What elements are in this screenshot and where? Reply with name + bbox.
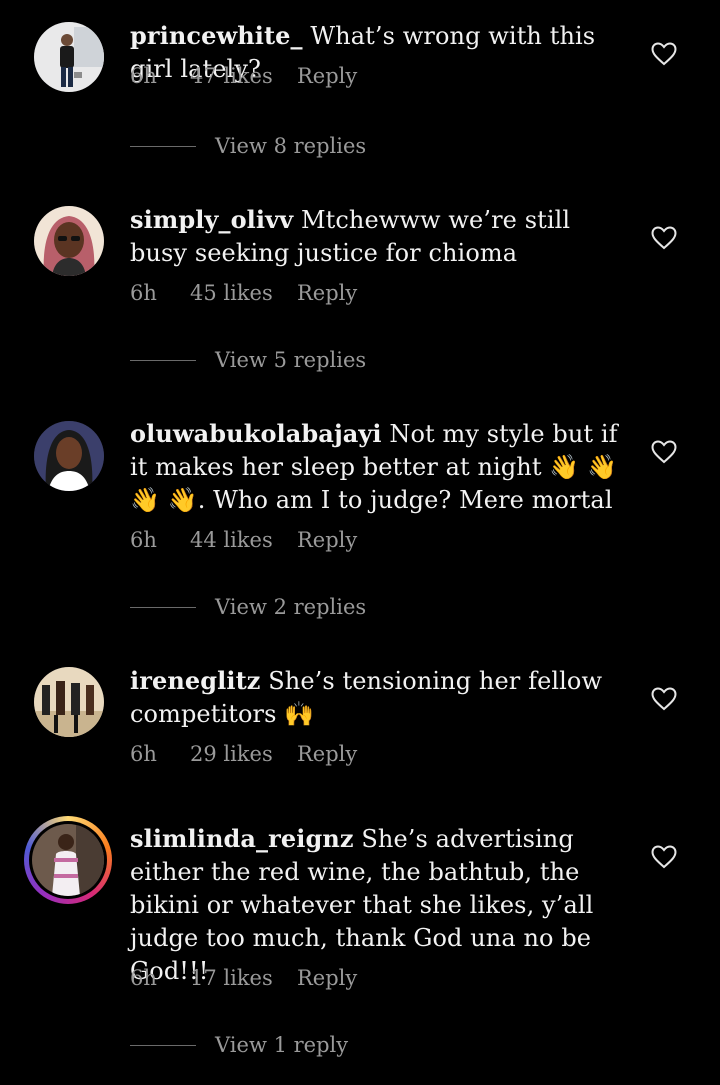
heart-outline-icon[interactable] — [651, 845, 677, 869]
reply-button[interactable]: Reply — [297, 966, 357, 990]
comment-meta: 6h 17 likes Reply — [130, 966, 357, 990]
view-replies-label: View 8 replies — [215, 134, 367, 158]
comment-likes[interactable]: 45 likes — [190, 281, 297, 305]
comment-text: ireneglitz She’s tensioning her fellow c… — [130, 664, 630, 731]
comment-username[interactable]: ireneglitz — [130, 666, 260, 695]
comment-meta: 6h 29 likes Reply — [130, 742, 357, 766]
view-replies-button[interactable]: View 2 replies — [130, 595, 366, 619]
comment-body-continued: . Who am I to judge? Mere mortal — [197, 486, 613, 514]
replies-divider — [130, 145, 196, 147]
comment-meta: 6h 45 likes Reply — [130, 281, 357, 305]
heart-outline-icon[interactable] — [651, 440, 677, 464]
comment-username[interactable]: slimlinda_reignz — [130, 824, 354, 853]
comment-time: 6h — [130, 64, 157, 88]
view-replies-button[interactable]: View 5 replies — [130, 348, 366, 372]
replies-divider — [130, 606, 196, 608]
view-replies-label: View 2 replies — [215, 595, 367, 619]
comment-time: 6h — [130, 966, 157, 990]
comment-time: 6h — [130, 742, 157, 766]
reply-button[interactable]: Reply — [297, 742, 357, 766]
view-replies-button[interactable]: View 1 reply — [130, 1033, 348, 1057]
comment-text: simply_olivv Mtchewww we’re still busy s… — [130, 203, 630, 270]
view-replies-label: View 5 replies — [215, 348, 367, 372]
avatar[interactable] — [34, 421, 104, 491]
comment-likes[interactable]: 44 likes — [190, 528, 297, 552]
replies-divider — [130, 1044, 196, 1046]
view-replies-button[interactable]: View 8 replies — [130, 134, 366, 158]
heart-outline-icon[interactable] — [651, 226, 677, 250]
reply-button[interactable]: Reply — [297, 281, 357, 305]
reply-button[interactable]: Reply — [297, 528, 357, 552]
comment-time: 6h — [130, 528, 157, 552]
view-replies-label: View 1 reply — [215, 1033, 349, 1057]
comment-time: 6h — [130, 281, 157, 305]
heart-outline-icon[interactable] — [651, 687, 677, 711]
avatar[interactable] — [34, 667, 104, 737]
comment-text: slimlinda_reignz She’s advertising eithe… — [130, 822, 630, 988]
comment-text: oluwabukolabajayi Not my style but if it… — [130, 417, 630, 517]
avatar[interactable] — [34, 22, 104, 92]
avatar[interactable] — [34, 206, 104, 276]
comment-likes[interactable]: 17 likes — [190, 966, 297, 990]
reply-button[interactable]: Reply — [297, 64, 357, 88]
replies-divider — [130, 359, 196, 361]
avatar-story-ring[interactable] — [24, 816, 112, 904]
raising-hands-emoji: 🙌 — [284, 700, 315, 728]
comment-username[interactable]: oluwabukolabajayi — [130, 419, 382, 448]
comment-likes[interactable]: 29 likes — [190, 742, 297, 766]
heart-outline-icon[interactable] — [651, 42, 677, 66]
comment-meta: 6h 47 likes Reply — [130, 64, 357, 88]
comment-meta: 6h 44 likes Reply — [130, 528, 357, 552]
comment-username[interactable]: princewhite_ — [130, 21, 303, 50]
comment-likes[interactable]: 47 likes — [190, 64, 297, 88]
comment-username[interactable]: simply_olivv — [130, 205, 293, 234]
